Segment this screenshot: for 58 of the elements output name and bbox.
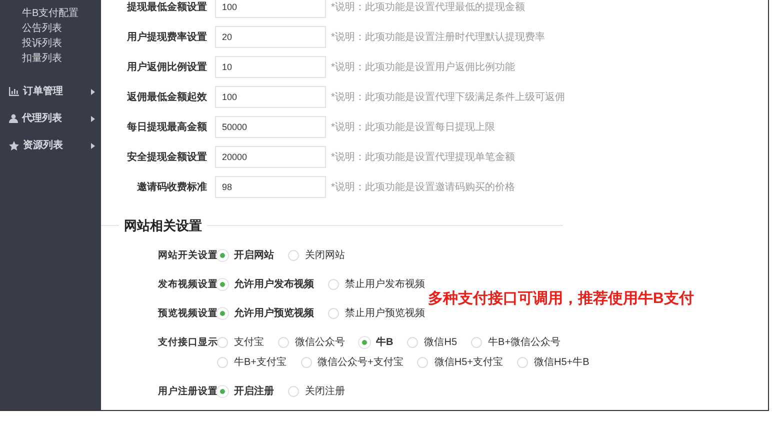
- field-label: 邀请码收费标准: [137, 182, 207, 192]
- help-note: *说明：此项功能是设置每日提现上限: [331, 120, 495, 134]
- radio-option[interactable]: 禁止用户预览视频: [328, 306, 425, 321]
- field-label: 提现最低金额设置: [127, 2, 207, 12]
- sidebar-subitem[interactable]: 牛B支付配置: [0, 6, 101, 21]
- setting-label: 支付接口显示: [158, 336, 217, 350]
- sidebar-subitem[interactable]: 公告列表: [0, 21, 101, 36]
- promo-text: 多种支付接口可调用，推荐使用牛B支付: [428, 289, 694, 309]
- help-note: *说明：此项功能是设置注册时代理默认提现费率: [331, 30, 545, 44]
- radio-option[interactable]: 微信H5+牛B: [516, 355, 590, 370]
- sidebar-subitem[interactable]: 投诉列表: [0, 36, 101, 51]
- setting-label: 用户注册设置: [158, 384, 217, 398]
- field-label: 每日提现最高金额: [127, 122, 207, 132]
- radio-option[interactable]: 牛B+微信公众号: [471, 335, 561, 350]
- person-icon: [9, 114, 18, 123]
- radio-option[interactable]: 关闭网站: [288, 248, 345, 263]
- sidebar-group[interactable]: 资源列表: [0, 132, 101, 159]
- radio-option[interactable]: 微信公众号+支付宝: [300, 355, 404, 370]
- radio-option[interactable]: 支付宝: [217, 335, 264, 350]
- input-field[interactable]: 98: [215, 176, 326, 198]
- input-field[interactable]: 100: [215, 0, 326, 18]
- help-note: *说明：此项功能是设置代理提现单笔金额: [331, 150, 515, 164]
- radio-option[interactable]: 微信H5: [407, 335, 458, 350]
- setting-label: 网站开关设置: [158, 248, 217, 262]
- chart-icon: [9, 87, 19, 96]
- input-field[interactable]: 20: [215, 26, 326, 48]
- help-note: *说明：此项功能是设置代理最低的提现金额: [331, 0, 525, 14]
- input-field[interactable]: 20000: [215, 146, 326, 168]
- radio-option[interactable]: 微信H5+支付宝: [417, 355, 503, 370]
- star-icon: [9, 140, 19, 150]
- field-label: 返佣最低金额起效: [127, 92, 207, 102]
- radio-option[interactable]: 禁止用户发布视频: [328, 277, 425, 292]
- input-field[interactable]: 100: [215, 86, 326, 108]
- caret-icon: [91, 142, 95, 148]
- radio-option[interactable]: 牛B: [359, 335, 394, 350]
- sidebar-group[interactable]: 订单管理: [0, 78, 101, 105]
- setting-label: 发布视频设置: [158, 278, 217, 292]
- help-note: *说明：此项功能是设置用户返佣比例功能: [331, 60, 515, 74]
- caret-icon: [91, 116, 95, 122]
- help-note: *说明：此项功能是设置代理下级满足条件上级可返佣: [331, 90, 565, 104]
- radio-option[interactable]: 允许用户发布视频: [217, 277, 314, 292]
- radio-option[interactable]: 关闭注册: [288, 384, 345, 399]
- field-label: 用户提现费率设置: [127, 32, 207, 42]
- radio-option[interactable]: 开启注册: [217, 384, 274, 399]
- field-label: 用户返佣比例设置: [127, 62, 207, 72]
- sidebar-group[interactable]: 代理列表: [0, 105, 101, 132]
- radio-option[interactable]: 开启网站: [217, 248, 274, 263]
- input-field[interactable]: 10: [215, 56, 326, 78]
- radio-option[interactable]: 牛B+支付宝: [217, 355, 287, 370]
- setting-label: 预览视频设置: [158, 306, 217, 320]
- sidebar-subitem[interactable]: 扣量列表: [0, 51, 101, 66]
- radio-option[interactable]: 允许用户预览视频: [217, 306, 314, 321]
- help-note: *说明：此项功能是设置邀请码购买的价格: [331, 180, 515, 194]
- field-label: 安全提现金额设置: [127, 152, 207, 162]
- caret-icon: [91, 88, 95, 94]
- input-field[interactable]: 50000: [215, 116, 326, 138]
- radio-option[interactable]: 微信公众号: [278, 335, 345, 350]
- section-title: 网站相关设置: [123, 217, 203, 235]
